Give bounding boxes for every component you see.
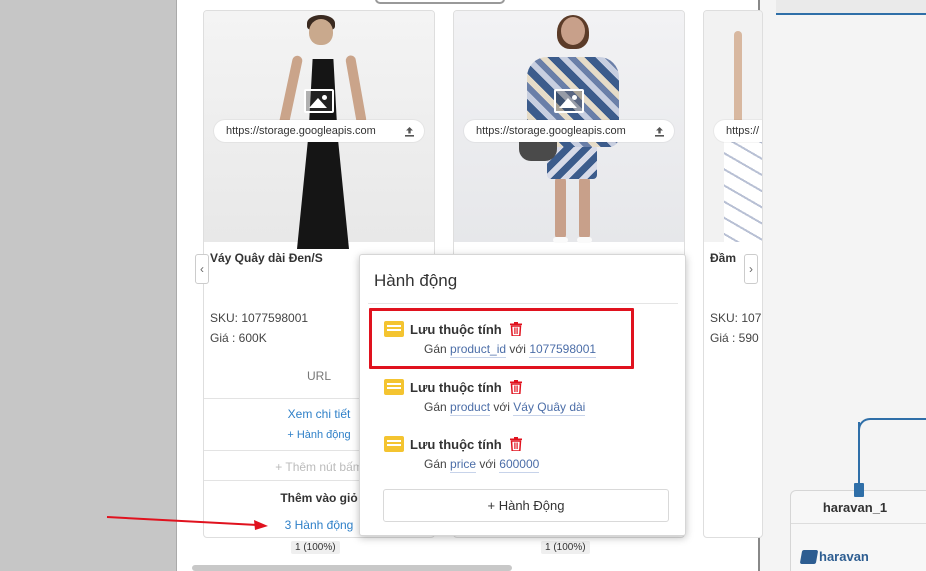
haravan-logo-text: haravan	[819, 549, 869, 564]
panel-top-handle	[375, 0, 505, 4]
highlight-box	[369, 308, 634, 369]
canvas-right-shade	[776, 0, 926, 13]
image-icon[interactable]	[554, 89, 584, 113]
upload-icon[interactable]	[398, 120, 420, 142]
horizontal-scrollbar[interactable]	[192, 565, 512, 571]
image-url-field-2[interactable]: https://storage.googleapis.com	[464, 120, 674, 142]
image-url-field-1[interactable]: https://storage.googleapis.com	[214, 120, 424, 142]
list-icon	[384, 436, 404, 452]
annotation-arrow-icon	[106, 516, 268, 530]
haravan-logo-icon	[799, 549, 819, 564]
action-item-2[interactable]: Lưu thuộc tính Gán product với Váy Quây …	[384, 379, 664, 416]
actions-popup: Hành động Lưu thuộc tính Gán product_id …	[359, 254, 686, 536]
assign-joiner: với	[479, 457, 496, 471]
canvas-left-overlay	[0, 0, 176, 571]
connector-line-top	[776, 13, 926, 15]
popup-title: Hành động	[374, 271, 458, 290]
connector-line	[858, 422, 860, 484]
value-token[interactable]: Váy Quây dài	[513, 400, 586, 416]
image-url-text: https://	[726, 125, 760, 137]
trash-icon[interactable]	[508, 379, 524, 395]
product-image-3[interactable]: https://	[704, 11, 762, 242]
image-url-text: https://storage.googleapis.com	[226, 125, 376, 137]
chevron-left-icon: ‹	[200, 262, 204, 276]
carousel-prev-button[interactable]: ‹	[195, 254, 209, 284]
canvas-right	[760, 0, 926, 571]
assign-joiner: với	[493, 400, 510, 414]
product-image-1[interactable]: https://storage.googleapis.com	[204, 11, 434, 249]
attribute-token[interactable]: price	[450, 457, 477, 473]
product-sku[interactable]: SKU: 1077598001	[210, 311, 308, 325]
attribute-token[interactable]: product	[450, 400, 491, 416]
image-url-text: https://storage.googleapis.com	[476, 125, 626, 137]
list-icon	[384, 379, 404, 395]
product-price[interactable]: Giá : 590	[710, 331, 759, 345]
chevron-right-icon: ›	[749, 262, 753, 276]
product-image-2[interactable]: https://storage.googleapis.com	[454, 11, 684, 243]
click-rate-badge-2: 1 (100%)	[541, 541, 590, 554]
value-token[interactable]: 600000	[499, 457, 540, 473]
carousel-next-button[interactable]: ›	[744, 254, 758, 284]
assign-prefix: Gán	[424, 457, 447, 471]
assign-prefix: Gán	[424, 400, 447, 414]
connector-port[interactable]	[854, 483, 864, 497]
action-label: Lưu thuộc tính	[410, 436, 502, 452]
upload-icon[interactable]	[648, 120, 670, 142]
haravan-logo: haravan	[799, 549, 869, 564]
product-name[interactable]: Đầm	[710, 251, 736, 265]
trash-icon[interactable]	[508, 436, 524, 452]
popup-divider	[368, 303, 678, 304]
product-sku[interactable]: SKU: 107	[710, 311, 761, 325]
image-url-field-3[interactable]: https://	[714, 120, 762, 142]
image-icon[interactable]	[304, 89, 334, 113]
product-price[interactable]: Giá : 600K	[210, 331, 267, 345]
click-rate-badge-1: 1 (100%)	[291, 541, 340, 554]
add-action-button[interactable]: + Hành Động	[383, 489, 669, 522]
action-item-3[interactable]: Lưu thuộc tính Gán price với 600000	[384, 436, 664, 473]
action-label: Lưu thuộc tính	[410, 379, 502, 395]
connector-curve	[858, 418, 926, 438]
product-name[interactable]: Váy Quây dài Đen/S	[210, 251, 323, 265]
haravan-node[interactable]: haravan_1 haravan	[790, 490, 926, 571]
